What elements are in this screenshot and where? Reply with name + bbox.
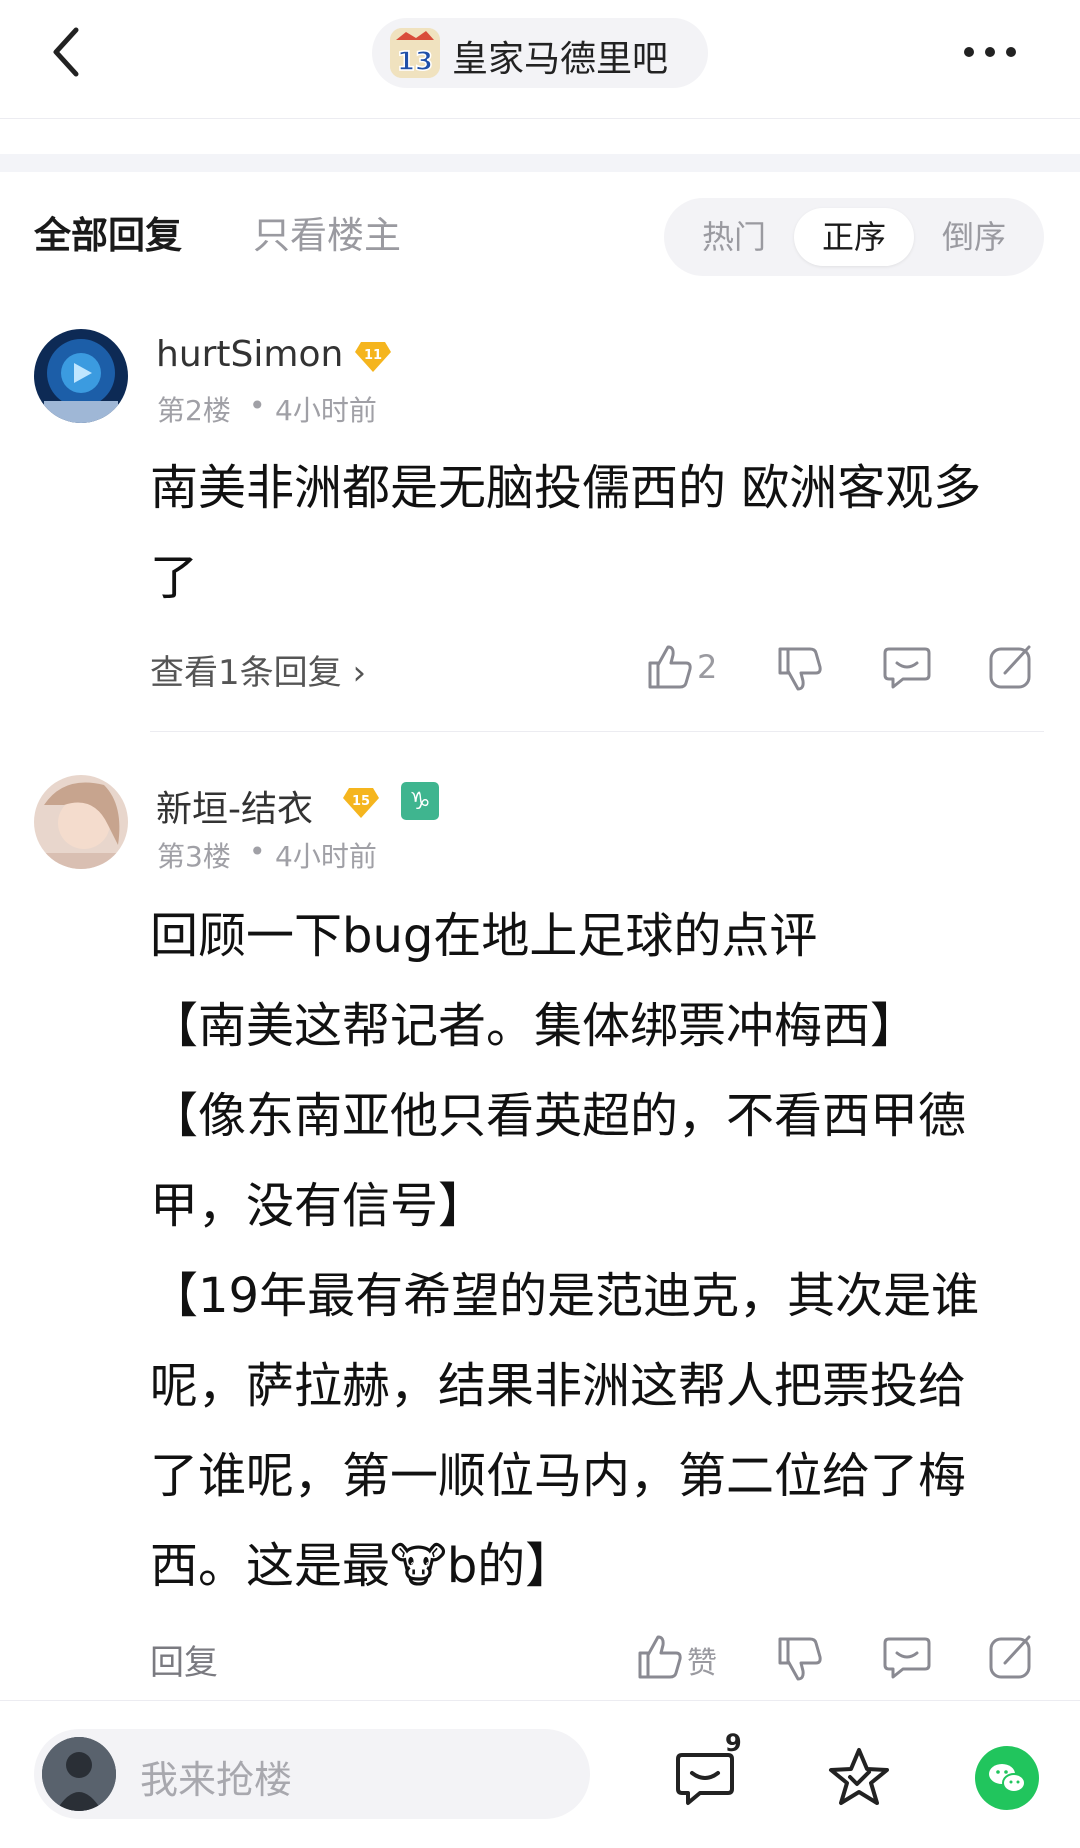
tab-all-replies[interactable]: 全部回复 [34, 205, 182, 259]
sort-segmented-control: 热门 正序 倒序 [664, 198, 1044, 276]
wechat-icon[interactable] [974, 1745, 1040, 1811]
sort-hot[interactable]: 热门 [674, 208, 794, 266]
forum-pill[interactable]: 13 皇家马德里吧 [372, 18, 708, 88]
comment-count-badge: 9 [725, 1729, 742, 1757]
more-button[interactable] [960, 34, 1030, 70]
sort-descending[interactable]: 倒序 [914, 208, 1034, 266]
post-text: b的】 [446, 1538, 574, 1594]
zodiac-badge-icon: ♑ [401, 782, 439, 820]
reply-placeholder: 我来抢楼 [140, 1758, 293, 1802]
forum-name: 皇家马德里吧 [452, 39, 669, 80]
post-body: 南美非洲都是无脑投儒西的 欧洲客观多 了 [150, 443, 1040, 623]
post-line: 【19年最有希望的是范迪克，其次是谁 [150, 1268, 980, 1324]
svg-text:♑: ♑ [409, 787, 431, 815]
svg-text:11: 11 [364, 348, 382, 363]
post-line: 了 [150, 550, 199, 606]
post-body: 回顾一下bug在地上足球的点评 【南美这帮记者。集体绑票冲梅西】 【像东南亚他只… [150, 891, 1040, 1611]
svg-text:13: 13 [397, 47, 433, 77]
chat-bubble-icon[interactable] [881, 1631, 933, 1683]
avatar[interactable] [34, 329, 128, 423]
username[interactable]: 新垣-结衣 [156, 780, 313, 832]
bottom-bar: 我来抢楼 9 [0, 1700, 1080, 1848]
post-line: 了谁呢，第一顺位马内，第二位给了梅 [150, 1448, 967, 1504]
thumbs-down-icon[interactable] [774, 1633, 826, 1685]
reply-button[interactable]: 回复 [150, 1635, 218, 1684]
post-line: 【南美这帮记者。集体绑票冲梅西】 [150, 998, 919, 1054]
share-icon[interactable] [985, 1631, 1037, 1683]
back-icon [53, 27, 79, 77]
username[interactable]: hurtSimon [156, 334, 343, 375]
post-line: 【像东南亚他只看英超的，不看西甲德 [150, 1088, 967, 1144]
chat-bubble-icon[interactable] [881, 641, 933, 693]
floor-label: 第3楼 [157, 840, 231, 873]
divider [150, 731, 1044, 732]
post-time: 4小时前 [275, 840, 377, 873]
cow-emoji-icon: 🐮 [390, 1538, 447, 1594]
post-line-last: 西。这是最🐮b的】 [150, 1521, 1040, 1611]
post-line: 回顾一下bug在地上足球的点评 [150, 908, 818, 964]
thumbs-up-icon[interactable] [644, 641, 696, 693]
my-avatar [42, 1737, 116, 1811]
thumbs-up-icon[interactable] [634, 1631, 686, 1683]
tab-op-only[interactable]: 只看楼主 [253, 205, 401, 259]
level-badge-icon: 15 [343, 788, 379, 818]
view-replies-link[interactable]: 查看1条回复 › [150, 645, 366, 694]
share-icon[interactable] [985, 641, 1037, 693]
svg-text:15: 15 [352, 794, 370, 809]
avatar[interactable] [34, 775, 128, 869]
like-label: 赞 [687, 1646, 717, 1681]
floor-label: 第2楼 [157, 394, 231, 427]
forum-logo: 13 [390, 28, 440, 78]
post-line: 甲，没有信号】 [150, 1178, 487, 1234]
more-icon [964, 47, 1016, 57]
sort-ascending[interactable]: 正序 [794, 208, 914, 266]
post-text: 西。这是最 [150, 1538, 391, 1594]
post-time: 4小时前 [275, 394, 377, 427]
star-icon[interactable] [826, 1745, 892, 1811]
thumbs-down-icon[interactable] [774, 643, 826, 695]
post-line: 南美非洲都是无脑投儒西的 欧洲客观多 [150, 460, 982, 516]
post-line: 呢，萨拉赫，结果非洲这帮人把票投给 [150, 1358, 967, 1414]
reply-input[interactable]: 我来抢楼 [34, 1729, 590, 1819]
back-button[interactable] [40, 22, 100, 82]
top-bar: 13 皇家马德里吧 [0, 0, 1080, 119]
meta-dot: • [249, 835, 266, 868]
like-count: 2 [697, 648, 718, 686]
level-badge-icon: 11 [355, 342, 391, 372]
section-separator [0, 154, 1080, 172]
meta-dot: • [249, 389, 266, 422]
